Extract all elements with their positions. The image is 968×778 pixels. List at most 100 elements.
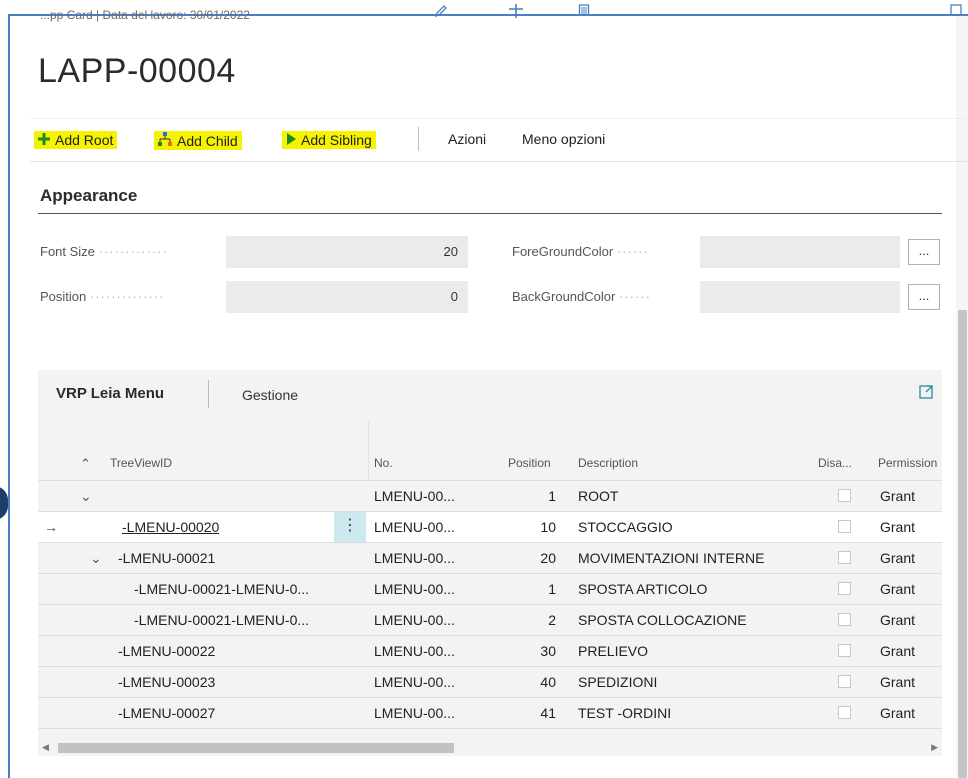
label-dots: ·············· <box>89 289 165 304</box>
scroll-left-icon[interactable]: ◀ <box>42 742 49 753</box>
label-dots: ············· <box>98 244 168 259</box>
page-scrollbar-thumb[interactable] <box>958 310 967 778</box>
table-row[interactable]: -LMENU-00021-LMENU-0... LMENU-00... 2 SP… <box>38 605 942 636</box>
disabled-checkbox[interactable] <box>838 582 851 595</box>
column-header-permission[interactable]: Permission <box>878 456 937 470</box>
add-sibling-button[interactable]: Add Sibling <box>282 131 376 149</box>
position-cell: 30 <box>540 643 556 659</box>
disabled-checkbox[interactable] <box>838 489 851 502</box>
table-row[interactable]: ⌄ LMENU-00... 1 ROOT Grant <box>38 481 942 512</box>
edit-icon[interactable] <box>434 4 448 22</box>
position-cell: 1 <box>548 488 556 504</box>
font-size-label: Font Size ············· <box>40 244 168 259</box>
gestione-tab[interactable]: Gestione <box>242 387 298 403</box>
table-row[interactable]: -LMENU-00021-LMENU-0... LMENU-00... 1 SP… <box>38 574 942 605</box>
table-row[interactable]: ⌄ -LMENU-00021 LMENU-00... 20 MOVIMENTAZ… <box>38 543 942 574</box>
disabled-checkbox[interactable] <box>838 551 851 564</box>
grid-header: ⌃ TreeViewID No. Position Description Di… <box>38 420 942 481</box>
permission-cell: Grant <box>880 643 916 659</box>
permission-cell: Grant <box>880 674 916 690</box>
column-header-position[interactable]: Position <box>508 456 551 470</box>
description-cell: PRELIEVO <box>578 643 649 659</box>
no-cell: LMENU-00... <box>374 488 455 504</box>
foreground-color-field[interactable] <box>700 236 900 268</box>
column-header-description[interactable]: Description <box>578 456 638 470</box>
foreground-color-lookup-button[interactable]: ... <box>908 239 940 265</box>
disabled-checkbox[interactable] <box>838 706 851 719</box>
column-header-no[interactable]: No. <box>374 456 393 470</box>
row-pointer-icon: → <box>44 519 58 535</box>
description-cell: SPOSTA COLLOCAZIONE <box>578 612 747 628</box>
delete-icon[interactable] <box>578 4 590 20</box>
disabled-checkbox[interactable] <box>838 644 851 657</box>
no-cell: LMENU-00... <box>374 674 455 690</box>
position-cell: 20 <box>540 550 556 566</box>
action-bar: Add Root Add Child Add Sibling Azioni Me… <box>30 118 968 162</box>
permission-cell: Grant <box>880 488 916 504</box>
position-field[interactable]: 0 <box>226 281 468 313</box>
scroll-right-icon[interactable]: ▶ <box>931 742 938 753</box>
treeview-cell[interactable]: -LMENU-00020 <box>122 519 219 535</box>
add-root-label: Add Root <box>55 132 114 148</box>
column-header-disabled[interactable]: Disa... <box>818 456 852 470</box>
label-dots: ······ <box>616 244 649 259</box>
description-cell: STOCCAGGIO <box>578 519 673 535</box>
expand-icon[interactable]: ⌄ <box>90 550 102 567</box>
no-cell: LMENU-00... <box>374 519 455 535</box>
add-child-label: Add Child <box>177 132 238 149</box>
description-cell: SPEDIZIONI <box>578 674 658 690</box>
appearance-section-title[interactable]: Appearance <box>40 186 137 206</box>
font-size-label-text: Font Size <box>40 244 95 259</box>
add-child-button[interactable]: Add Child <box>154 131 242 150</box>
table-row[interactable]: → -LMENU-00020 ⋮ LMENU-00... 10 STOCCAGG… <box>38 512 942 543</box>
new-icon[interactable] <box>508 4 524 22</box>
disabled-checkbox[interactable] <box>838 675 851 688</box>
breadcrumb: ...pp Card | Data del lavoro: 30/01/2022 <box>40 8 250 22</box>
add-root-button[interactable]: Add Root <box>34 131 118 149</box>
table-row[interactable]: -LMENU-00023 LMENU-00... 40 SPEDIZIONI G… <box>38 667 942 698</box>
font-size-field[interactable]: 20 <box>226 236 468 268</box>
disabled-checkbox[interactable] <box>838 613 851 626</box>
position-cell: 40 <box>540 674 556 690</box>
add-sibling-label: Add Sibling <box>301 132 372 148</box>
no-cell: LMENU-00... <box>374 643 455 659</box>
section-divider <box>38 213 942 214</box>
side-handle[interactable] <box>0 486 8 520</box>
open-new-window-icon[interactable] <box>950 4 962 20</box>
no-cell: LMENU-00... <box>374 612 455 628</box>
background-color-label: BackGroundColor ······ <box>512 289 651 304</box>
permission-cell: Grant <box>880 581 916 597</box>
background-color-label-text: BackGroundColor <box>512 289 616 304</box>
permission-cell: Grant <box>880 705 916 721</box>
treeview-cell: -LMENU-00021 <box>118 550 216 566</box>
background-color-lookup-button[interactable]: ... <box>908 284 940 310</box>
position-label-text: Position <box>40 289 87 304</box>
part-title[interactable]: VRP Leia Menu <box>56 385 164 402</box>
table-row[interactable]: -LMENU-00022 LMENU-00... 30 PRELIEVO Gra… <box>38 636 942 667</box>
no-cell: LMENU-00... <box>374 550 455 566</box>
disabled-checkbox[interactable] <box>838 520 851 533</box>
grid-horizontal-scrollbar[interactable]: ◀ ▶ <box>38 740 942 756</box>
position-label: Position ·············· <box>40 289 164 304</box>
expand-icon[interactable]: ⌄ <box>80 488 92 505</box>
column-header-treeview[interactable]: TreeViewID <box>110 456 172 470</box>
permission-cell: Grant <box>880 550 916 566</box>
part-header: VRP Leia Menu Gestione <box>38 370 942 420</box>
treeview-cell: -LMENU-00027 <box>118 705 216 721</box>
collapse-all-icon[interactable]: ⌃ <box>80 456 91 472</box>
expand-icon[interactable] <box>918 384 934 400</box>
column-divider <box>368 420 369 480</box>
row-menu-button[interactable]: ⋮ <box>334 512 366 542</box>
meno-opzioni-button[interactable]: Meno opzioni <box>522 131 605 147</box>
background-color-field[interactable] <box>700 281 900 313</box>
description-cell: MOVIMENTAZIONI INTERNE <box>578 550 765 566</box>
description-cell: TEST -ORDINI <box>578 705 672 721</box>
plus-icon <box>38 132 50 148</box>
position-cell: 10 <box>540 519 556 535</box>
table-row[interactable]: -LMENU-00027 LMENU-00... 41 TEST -ORDINI… <box>38 698 942 729</box>
part-separator <box>208 380 209 408</box>
azioni-menu[interactable]: Azioni <box>448 131 486 147</box>
leia-menu-grid: ⌃ TreeViewID No. Position Description Di… <box>38 420 942 740</box>
grid-scrollbar-thumb[interactable] <box>58 743 454 753</box>
treeview-cell: -LMENU-00022 <box>118 643 216 659</box>
